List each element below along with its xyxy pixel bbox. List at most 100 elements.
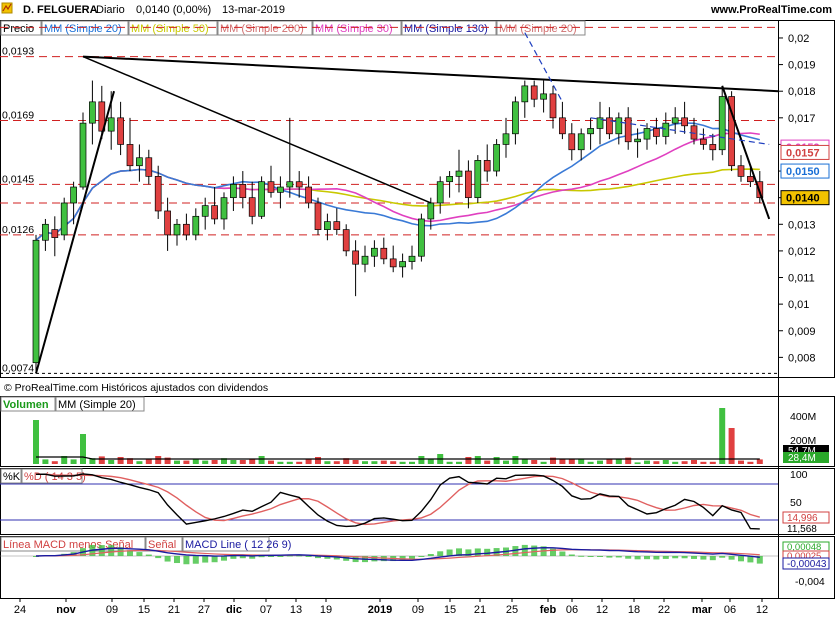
volume-bar bbox=[559, 459, 566, 464]
macd-hist-bar bbox=[221, 556, 227, 561]
ma-50-line bbox=[35, 168, 760, 241]
macd-hist-bar bbox=[578, 555, 585, 557]
candle-body bbox=[380, 247, 388, 260]
candle-body bbox=[446, 176, 453, 183]
macd-signal-label[interactable]: Señal bbox=[148, 539, 176, 551]
level-label: 0,0193 bbox=[2, 46, 34, 58]
macd-line-label[interactable]: MACD Line ( 12 26 9) bbox=[185, 539, 291, 551]
candle-body bbox=[220, 197, 228, 220]
candle-body bbox=[671, 117, 679, 124]
candle-body bbox=[126, 144, 134, 167]
macd-hist-bar bbox=[268, 556, 274, 557]
volume-label[interactable]: Volumen bbox=[3, 399, 49, 411]
candle-body bbox=[418, 218, 425, 257]
candle-body bbox=[568, 133, 576, 151]
x-tick-label: feb bbox=[540, 604, 557, 616]
price-tick-label: 0,01 bbox=[788, 299, 809, 311]
x-tick-label: mar bbox=[692, 604, 713, 616]
time-axis: 24 nov 09 15 21 27 dic 07 13 19 2019 09 15 21 25 feb 06 1… bbox=[14, 598, 768, 616]
volume-bar bbox=[446, 461, 453, 464]
volume-bar bbox=[484, 460, 491, 464]
macd-hist-bar bbox=[145, 554, 152, 556]
price-tick-label: 0,008 bbox=[788, 352, 816, 364]
macd-hist-bar bbox=[559, 551, 566, 556]
volume-bar bbox=[756, 459, 763, 464]
volume-bar bbox=[606, 459, 613, 464]
quote-label: 0,0140 (0,00%) bbox=[136, 4, 211, 16]
volume-ma-label[interactable]: MM (Simple 20) bbox=[58, 399, 136, 411]
volume-bar bbox=[268, 460, 274, 464]
volume-bar bbox=[399, 461, 406, 464]
candle-body bbox=[89, 101, 96, 124]
macd-hist-bar bbox=[371, 556, 378, 562]
volume-bar bbox=[258, 456, 265, 464]
candle-body bbox=[201, 205, 209, 217]
price-value-text: 0,0150 bbox=[786, 166, 820, 178]
candle-body bbox=[211, 205, 218, 220]
stoch-d-label[interactable]: %D ( 14 3 5) bbox=[24, 471, 86, 483]
volume-bar bbox=[418, 456, 425, 464]
macd-hist-bar bbox=[230, 556, 237, 559]
volume-bar bbox=[333, 461, 340, 464]
macd-hist-bar bbox=[691, 556, 697, 559]
candle-body bbox=[32, 239, 40, 364]
x-tick-label: 13 bbox=[290, 604, 302, 616]
ma-legend-0[interactable]: MM (Simple 20) bbox=[44, 23, 122, 35]
candle-body bbox=[700, 138, 707, 145]
candle-body bbox=[624, 117, 632, 143]
x-tick-label: 06 bbox=[724, 604, 736, 616]
macd-hist-bar bbox=[531, 545, 538, 556]
volume-bar bbox=[709, 461, 716, 464]
macd-line-value: -0,00043 bbox=[787, 559, 827, 570]
candle-body bbox=[643, 128, 651, 140]
volume-bar bbox=[315, 457, 321, 464]
ticker-icon bbox=[1, 2, 13, 14]
x-tick-label: 27 bbox=[198, 604, 210, 616]
macd-hist-bar bbox=[681, 556, 688, 559]
candle-body bbox=[606, 117, 613, 135]
ma-legend-1[interactable]: MM (Simple 50) bbox=[131, 23, 209, 35]
candle-body bbox=[465, 170, 472, 199]
candle-body bbox=[239, 184, 247, 199]
macd-tick-neg: -0,004 bbox=[795, 576, 825, 588]
price-tick-label: 0,009 bbox=[788, 326, 816, 338]
macd-hist-bar bbox=[634, 556, 641, 560]
volume-bar bbox=[286, 461, 293, 464]
volume-bar bbox=[352, 460, 359, 464]
candle-body bbox=[399, 261, 406, 268]
ma-legend-2[interactable]: MM (Simple 200) bbox=[220, 23, 304, 35]
x-tick-label: 2019 bbox=[368, 604, 392, 616]
stoch-k-label[interactable]: %K bbox=[3, 471, 21, 483]
macd-hist-bar bbox=[625, 556, 632, 559]
macd-hist-bar bbox=[108, 545, 115, 556]
x-tick-label: 09 bbox=[106, 604, 118, 616]
volume-bar bbox=[239, 460, 246, 464]
volume-bar bbox=[597, 460, 603, 464]
stoch-tick-100: 100 bbox=[790, 469, 808, 481]
volume-bar bbox=[70, 459, 77, 464]
volume-value: 28,4M bbox=[788, 453, 816, 464]
ma-legend-3[interactable]: MM (Simple 30) bbox=[315, 23, 393, 35]
x-tick-label: 19 bbox=[320, 604, 332, 616]
candle-body bbox=[136, 157, 143, 167]
ma-legend-4[interactable]: MM (Simple 130) bbox=[404, 23, 488, 35]
macd-hist-bar bbox=[174, 556, 180, 564]
x-tick-label: 15 bbox=[138, 604, 150, 616]
macd-hist-bar bbox=[521, 544, 528, 556]
macd-hist-bar bbox=[615, 556, 622, 558]
candle-body bbox=[286, 181, 294, 188]
volume-bar bbox=[380, 460, 387, 464]
chart-canvas[interactable]: D. FELGUERA Diario 0,0140 (0,00%) 13-mar… bbox=[0, 0, 835, 620]
macd-hist-bar bbox=[728, 556, 735, 560]
volume-bar bbox=[98, 456, 105, 464]
price-tick-label: 0,02 bbox=[788, 33, 809, 45]
macd-hist-bar bbox=[738, 556, 744, 562]
candle-body bbox=[173, 223, 181, 236]
volume-bar bbox=[747, 461, 754, 464]
site-label[interactable]: www.ProRealTime.com bbox=[710, 4, 832, 16]
candlesticks bbox=[32, 80, 764, 374]
macd-hist-bar bbox=[437, 551, 444, 556]
ma-legend-5[interactable]: MM (Simple 20) bbox=[499, 23, 577, 35]
stoch-d-value: 14,996 bbox=[787, 513, 818, 524]
candle-body bbox=[361, 255, 369, 265]
